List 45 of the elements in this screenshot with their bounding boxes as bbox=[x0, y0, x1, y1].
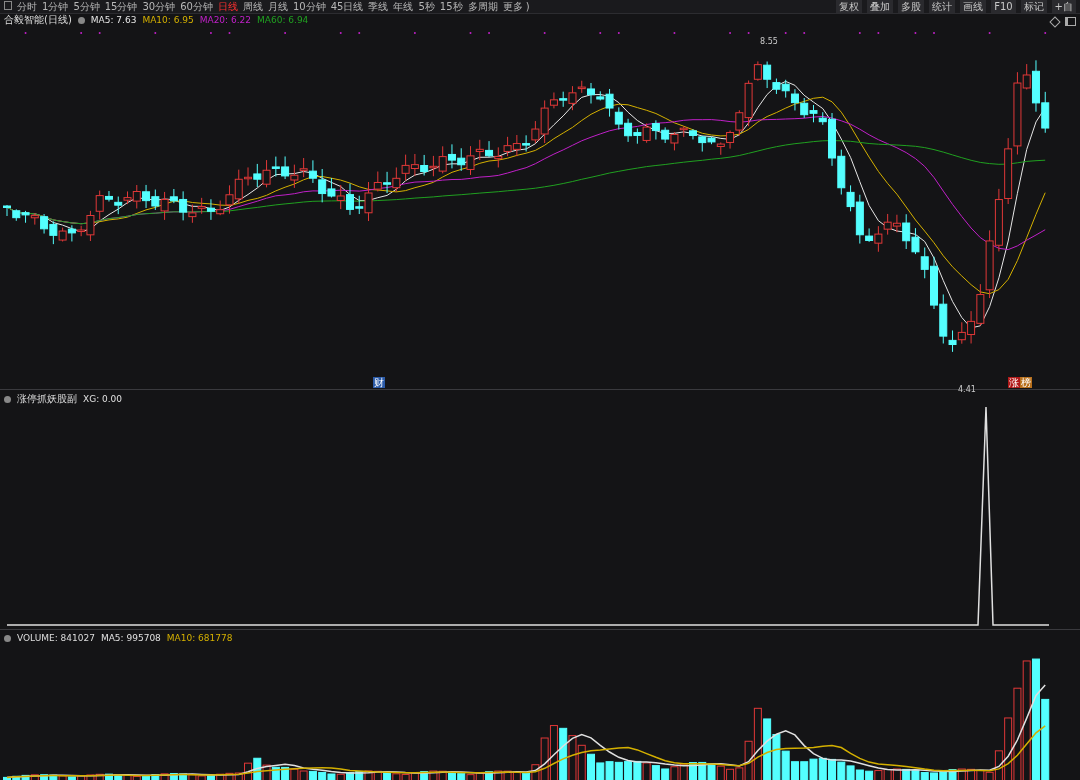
period-tab[interactable]: 15秒 bbox=[439, 0, 463, 13]
period-tab[interactable]: 多周期 bbox=[467, 0, 498, 13]
event-tag[interactable]: 财 bbox=[373, 377, 385, 388]
event-tag[interactable]: 榜 bbox=[1020, 377, 1032, 388]
chart-title: 合毅智能(日线) bbox=[4, 13, 72, 27]
period-tab[interactable]: 周线 bbox=[242, 0, 263, 13]
ma-value: MA60: 6.94 bbox=[257, 15, 309, 25]
indicator-value: XG: 0.00 bbox=[83, 394, 123, 404]
volume-value: VOLUME: 841027 bbox=[17, 633, 95, 643]
toolbar-button[interactable]: +自 bbox=[1051, 0, 1076, 13]
indicator-title: 涨停抓妖股副 bbox=[17, 392, 77, 406]
volume-value: MA5: 995708 bbox=[100, 633, 161, 643]
event-tag[interactable]: 涨 bbox=[1008, 377, 1020, 388]
volume-value: MA10: 681778 bbox=[166, 633, 233, 643]
period-tab[interactable]: 30分钟 bbox=[142, 0, 176, 13]
period-tab[interactable]: 日线 bbox=[217, 0, 238, 13]
toolbar-button[interactable]: 复权 bbox=[836, 0, 863, 13]
toolbar-button[interactable]: 多股 bbox=[898, 0, 925, 13]
toolbar-button[interactable]: F10 bbox=[991, 0, 1016, 13]
toolbar-button[interactable]: 标记 bbox=[1020, 0, 1047, 13]
period-tab[interactable]: 季线 bbox=[368, 0, 389, 13]
settings-icon[interactable] bbox=[4, 395, 11, 403]
period-tab[interactable]: 年线 bbox=[393, 0, 414, 13]
panel-icon[interactable] bbox=[1065, 17, 1076, 26]
period-tab[interactable]: 月线 bbox=[267, 0, 288, 13]
toolbar-button[interactable]: 统计 bbox=[929, 0, 956, 13]
settings-icon[interactable] bbox=[77, 16, 85, 24]
period-tab[interactable]: 1分钟 bbox=[42, 0, 69, 13]
period-tab[interactable]: 45日线 bbox=[330, 0, 364, 13]
low-price-label: 4.41 bbox=[958, 385, 976, 394]
period-tab[interactable]: 60分钟 bbox=[180, 0, 213, 13]
toolbar-button[interactable]: 叠加 bbox=[867, 0, 894, 13]
period-tab[interactable]: 5秒 bbox=[418, 0, 435, 13]
toolbar-button[interactable]: 画线 bbox=[960, 0, 987, 13]
period-tab[interactable]: 5分钟 bbox=[73, 0, 100, 13]
period-tab[interactable]: 10分钟 bbox=[292, 0, 326, 13]
high-price-label: 8.55 bbox=[760, 37, 778, 46]
ma-value: MA20: 6.22 bbox=[199, 15, 252, 25]
ma-value: MA10: 6.95 bbox=[142, 15, 194, 25]
period-tab[interactable]: 分时 bbox=[17, 0, 37, 13]
settings-icon[interactable] bbox=[4, 634, 11, 642]
back-icon[interactable] bbox=[4, 1, 12, 10]
ma-value: MA5: 7.63 bbox=[90, 15, 137, 25]
period-tab[interactable]: 更多 ) bbox=[502, 0, 530, 13]
period-tab[interactable]: 15分钟 bbox=[104, 0, 138, 13]
